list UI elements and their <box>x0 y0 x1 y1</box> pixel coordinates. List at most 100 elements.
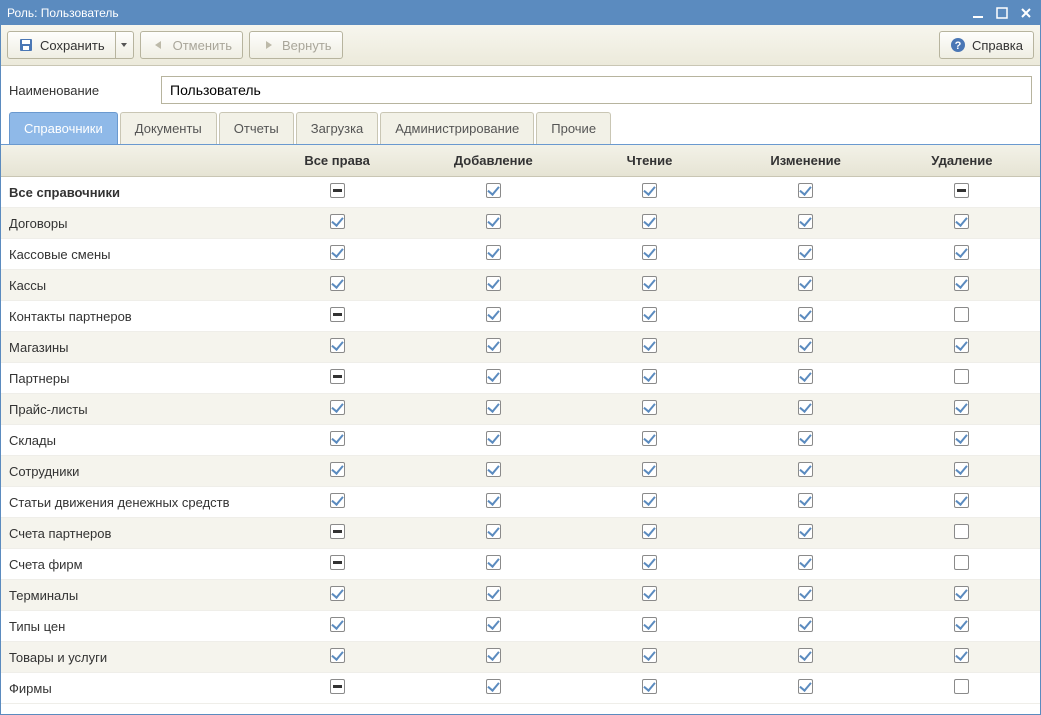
permission-checkbox[interactable] <box>954 276 969 291</box>
permission-checkbox[interactable] <box>330 648 345 663</box>
permission-checkbox[interactable] <box>642 617 657 632</box>
permission-checkbox[interactable] <box>954 493 969 508</box>
save-button[interactable]: Сохранить <box>7 31 116 59</box>
permission-checkbox[interactable] <box>330 307 345 322</box>
permission-checkbox[interactable] <box>330 183 345 198</box>
permission-checkbox[interactable] <box>330 679 345 694</box>
permission-checkbox[interactable] <box>486 338 501 353</box>
permission-checkbox[interactable] <box>642 400 657 415</box>
permission-checkbox[interactable] <box>330 214 345 229</box>
permission-checkbox[interactable] <box>642 524 657 539</box>
permission-checkbox[interactable] <box>642 679 657 694</box>
permission-checkbox[interactable] <box>486 276 501 291</box>
permission-checkbox[interactable] <box>954 431 969 446</box>
tab-0[interactable]: Справочники <box>9 112 118 144</box>
permission-checkbox[interactable] <box>954 338 969 353</box>
permission-checkbox[interactable] <box>642 276 657 291</box>
permission-checkbox[interactable] <box>486 307 501 322</box>
permission-checkbox[interactable] <box>798 431 813 446</box>
permission-checkbox[interactable] <box>798 307 813 322</box>
permission-checkbox[interactable] <box>954 245 969 260</box>
permission-checkbox[interactable] <box>642 493 657 508</box>
close-button[interactable] <box>1018 5 1034 21</box>
maximize-button[interactable] <box>994 5 1010 21</box>
permission-checkbox[interactable] <box>330 431 345 446</box>
permission-checkbox[interactable] <box>798 586 813 601</box>
permission-checkbox[interactable] <box>486 555 501 570</box>
permission-checkbox[interactable] <box>642 555 657 570</box>
tab-1[interactable]: Документы <box>120 112 217 144</box>
permission-checkbox[interactable] <box>330 276 345 291</box>
permission-checkbox[interactable] <box>798 338 813 353</box>
permission-checkbox[interactable] <box>954 586 969 601</box>
permission-checkbox[interactable] <box>642 338 657 353</box>
permission-checkbox[interactable] <box>798 400 813 415</box>
permission-checkbox[interactable] <box>330 617 345 632</box>
permission-checkbox[interactable] <box>330 462 345 477</box>
tab-3[interactable]: Загрузка <box>296 112 379 144</box>
permission-checkbox[interactable] <box>798 493 813 508</box>
permission-checkbox[interactable] <box>798 276 813 291</box>
save-dropdown-button[interactable] <box>116 31 134 59</box>
permission-checkbox[interactable] <box>798 462 813 477</box>
permission-checkbox[interactable] <box>486 524 501 539</box>
permission-checkbox[interactable] <box>642 586 657 601</box>
permission-checkbox[interactable] <box>954 183 969 198</box>
permission-checkbox[interactable] <box>642 214 657 229</box>
permission-checkbox[interactable] <box>798 679 813 694</box>
permission-checkbox[interactable] <box>642 369 657 384</box>
tab-5[interactable]: Прочие <box>536 112 611 144</box>
permission-checkbox[interactable] <box>330 586 345 601</box>
permission-checkbox[interactable] <box>330 555 345 570</box>
permission-checkbox[interactable] <box>954 214 969 229</box>
permission-checkbox[interactable] <box>954 524 969 539</box>
permission-checkbox[interactable] <box>642 431 657 446</box>
permission-checkbox[interactable] <box>486 679 501 694</box>
permission-checkbox[interactable] <box>954 400 969 415</box>
permission-checkbox[interactable] <box>954 679 969 694</box>
name-field[interactable] <box>161 76 1032 104</box>
permission-checkbox[interactable] <box>798 617 813 632</box>
permission-checkbox[interactable] <box>642 183 657 198</box>
permission-checkbox[interactable] <box>798 369 813 384</box>
permission-checkbox[interactable] <box>954 648 969 663</box>
permission-checkbox[interactable] <box>486 369 501 384</box>
permission-checkbox[interactable] <box>798 524 813 539</box>
permission-checkbox[interactable] <box>954 462 969 477</box>
permission-checkbox[interactable] <box>954 307 969 322</box>
tab-2[interactable]: Отчеты <box>219 112 294 144</box>
permission-checkbox[interactable] <box>642 462 657 477</box>
permission-checkbox[interactable] <box>954 555 969 570</box>
permission-checkbox[interactable] <box>330 524 345 539</box>
undo-button[interactable]: Отменить <box>140 31 243 59</box>
redo-button[interactable]: Вернуть <box>249 31 343 59</box>
permission-checkbox[interactable] <box>642 648 657 663</box>
permission-checkbox[interactable] <box>486 214 501 229</box>
permission-checkbox[interactable] <box>954 369 969 384</box>
permission-checkbox[interactable] <box>486 617 501 632</box>
permission-checkbox[interactable] <box>486 183 501 198</box>
minimize-button[interactable] <box>970 5 986 21</box>
permission-checkbox[interactable] <box>486 431 501 446</box>
permission-checkbox[interactable] <box>330 245 345 260</box>
tab-4[interactable]: Администрирование <box>380 112 534 144</box>
permission-checkbox[interactable] <box>798 214 813 229</box>
permission-checkbox[interactable] <box>642 307 657 322</box>
permission-checkbox[interactable] <box>486 586 501 601</box>
permission-checkbox[interactable] <box>798 648 813 663</box>
permission-checkbox[interactable] <box>486 462 501 477</box>
permission-checkbox[interactable] <box>642 245 657 260</box>
permission-checkbox[interactable] <box>330 369 345 384</box>
permission-checkbox[interactable] <box>486 493 501 508</box>
permission-checkbox[interactable] <box>330 400 345 415</box>
permission-checkbox[interactable] <box>798 183 813 198</box>
permission-checkbox[interactable] <box>798 555 813 570</box>
permission-checkbox[interactable] <box>486 648 501 663</box>
help-button[interactable]: ? Справка <box>939 31 1034 59</box>
permission-checkbox[interactable] <box>486 245 501 260</box>
permission-checkbox[interactable] <box>798 245 813 260</box>
permission-checkbox[interactable] <box>330 338 345 353</box>
permission-checkbox[interactable] <box>330 493 345 508</box>
permission-checkbox[interactable] <box>954 617 969 632</box>
permission-checkbox[interactable] <box>486 400 501 415</box>
